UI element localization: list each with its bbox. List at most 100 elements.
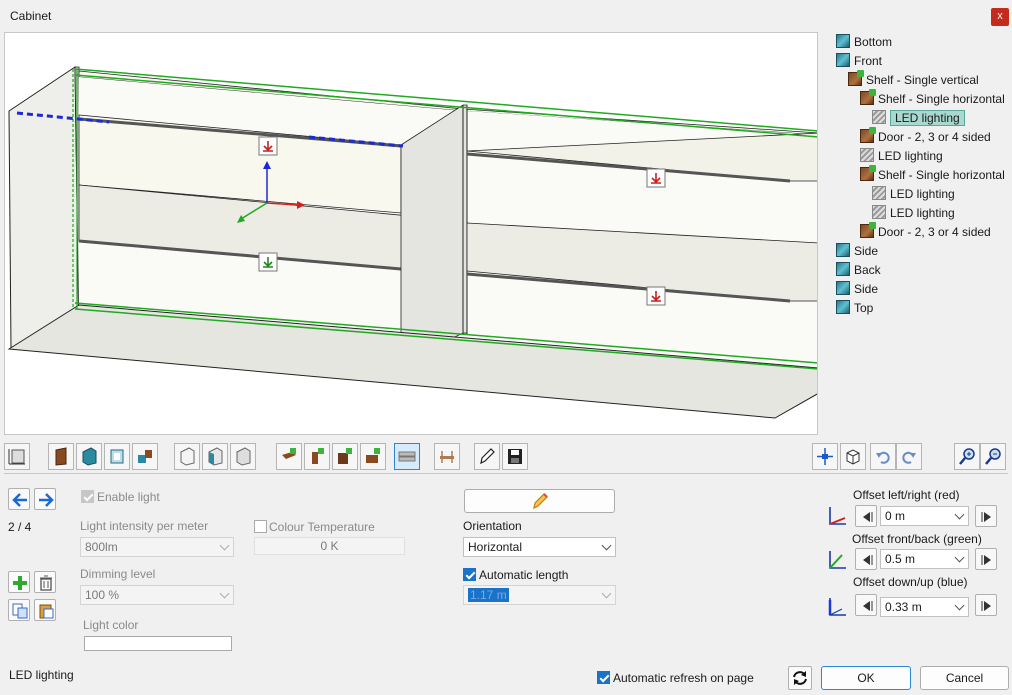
offset-left-right-increase[interactable]: [975, 505, 997, 527]
paste-icon: [39, 604, 54, 619]
offset-front-back-decrease[interactable]: [855, 548, 877, 570]
tree-item-label: Shelf - Single horizontal: [878, 92, 1005, 106]
light-marker-3: [258, 252, 278, 272]
tree-item[interactable]: Back: [836, 262, 881, 279]
tree-item[interactable]: Front: [836, 53, 882, 70]
close-button[interactable]: x: [991, 8, 1009, 26]
edit-light-button[interactable]: [464, 489, 615, 513]
add-item-button[interactable]: [8, 571, 30, 593]
led-strip-icon: [398, 451, 416, 462]
add-shelf-button[interactable]: [276, 443, 302, 470]
dimensions-icon: [8, 449, 25, 465]
view-cube-button[interactable]: [840, 443, 866, 470]
delete-item-button[interactable]: [34, 571, 56, 593]
automatic-length-checkbox[interactable]: [463, 568, 476, 581]
colour-temperature-checkbox[interactable]: [254, 520, 267, 533]
add-door-button[interactable]: [332, 443, 358, 470]
shelf-icon: [848, 70, 864, 86]
light-intensity-select[interactable]: 800lm: [80, 537, 234, 557]
undo-button[interactable]: [870, 443, 896, 470]
structure-tree[interactable]: Bottom Front Shelf - Single vertical Shelf …: [822, 32, 1012, 332]
redo-button[interactable]: [896, 443, 922, 470]
move-tool-button[interactable]: [812, 443, 838, 470]
dimming-level-select[interactable]: 100 %: [80, 585, 234, 605]
led-strip-icon: [872, 110, 886, 124]
cube-icon: [836, 300, 850, 314]
axis-green-icon: [829, 551, 846, 569]
offset-down-up-label: Offset down/up (blue): [853, 575, 968, 589]
add-vertical-shelf-button[interactable]: [304, 443, 330, 470]
tree-item-label: Front: [854, 54, 883, 68]
tree-item-label: LED lighting: [890, 187, 955, 201]
led-lighting-button[interactable]: [394, 443, 420, 470]
tree-item-label: Side: [854, 244, 879, 258]
box-teal-button[interactable]: [202, 443, 228, 470]
tree-item[interactable]: LED lighting: [872, 110, 965, 127]
tree-item[interactable]: Shelf - Single horizontal: [860, 89, 1005, 108]
enable-light-checkbox[interactable]: [81, 490, 94, 503]
shelf-icon: [860, 222, 876, 238]
automatic-refresh-checkbox[interactable]: [597, 671, 610, 684]
light-intensity-label: Light intensity per meter: [80, 519, 209, 533]
tree-item[interactable]: Side: [836, 281, 878, 298]
panel-brown-button[interactable]: [48, 443, 74, 470]
colour-temperature-field[interactable]: 0 K: [254, 537, 405, 555]
panel-frame-button[interactable]: [104, 443, 130, 470]
zoom-in-button[interactable]: [954, 443, 980, 470]
tree-item[interactable]: Bottom: [836, 34, 892, 51]
copy-icon: [12, 603, 28, 619]
tree-item[interactable]: LED lighting: [872, 186, 955, 203]
offset-left-right-select[interactable]: 0 m: [880, 506, 969, 526]
add-drawer-button[interactable]: [360, 443, 386, 470]
light-color-swatch[interactable]: [84, 636, 232, 651]
previous-button[interactable]: [8, 488, 30, 510]
edit-button[interactable]: [474, 443, 500, 470]
3d-viewport[interactable]: [4, 32, 818, 435]
length-select[interactable]: 1.17 m: [463, 585, 616, 605]
title-bar: [0, 0, 1012, 32]
tree-item-label: LED lighting: [878, 149, 943, 163]
cancel-button[interactable]: Cancel: [920, 666, 1009, 690]
refresh-button[interactable]: [788, 666, 812, 690]
next-button[interactable]: [34, 488, 56, 510]
connector-icon: [138, 450, 152, 463]
cube-icon: [836, 262, 850, 276]
axis-red-icon: [829, 507, 846, 525]
offset-down-up-increase[interactable]: [975, 594, 997, 616]
copy-button[interactable]: [8, 599, 30, 621]
box-outline-button[interactable]: [174, 443, 200, 470]
tree-item-label: Door - 2, 3 or 4 sided: [878, 225, 991, 239]
connector-button[interactable]: [132, 443, 158, 470]
tree-item[interactable]: LED lighting: [860, 148, 943, 165]
save-button[interactable]: [502, 443, 528, 470]
orientation-select[interactable]: Horizontal: [463, 537, 616, 557]
offset-down-up-decrease[interactable]: [855, 594, 877, 616]
dimensions-tool-button[interactable]: [4, 443, 30, 470]
box-gray-button[interactable]: [230, 443, 256, 470]
toolbar-divider: [4, 473, 1008, 474]
panel-cube-button[interactable]: [76, 443, 102, 470]
offset-left-right-decrease[interactable]: [855, 505, 877, 527]
light-marker-2: [646, 168, 666, 188]
step-right-icon: [981, 512, 991, 522]
tree-item[interactable]: Top: [836, 300, 873, 317]
offset-down-up-select[interactable]: 0.33 m: [880, 597, 969, 617]
tree-item[interactable]: LED lighting: [872, 205, 955, 222]
paste-button[interactable]: [34, 599, 56, 621]
tree-item[interactable]: Side: [836, 243, 878, 260]
ok-button[interactable]: OK: [821, 666, 911, 690]
view-cube-icon: [846, 449, 860, 465]
tree-item[interactable]: Door - 2, 3 or 4 sided: [860, 222, 991, 241]
plus-icon: [13, 576, 27, 590]
tree-item[interactable]: Door - 2, 3 or 4 sided: [860, 127, 991, 146]
tree-item[interactable]: Shelf - Single horizontal: [860, 165, 1005, 184]
hinge-button[interactable]: [434, 443, 460, 470]
arrow-right-icon: [39, 493, 54, 507]
zoom-out-button[interactable]: [980, 443, 1006, 470]
tree-item[interactable]: Shelf - Single vertical: [848, 70, 979, 89]
step-left-icon: [863, 555, 873, 565]
cube-icon: [836, 281, 850, 295]
offset-front-back-select[interactable]: 0.5 m: [880, 549, 969, 569]
offset-front-back-increase[interactable]: [975, 548, 997, 570]
light-color-label: Light color: [83, 618, 139, 632]
